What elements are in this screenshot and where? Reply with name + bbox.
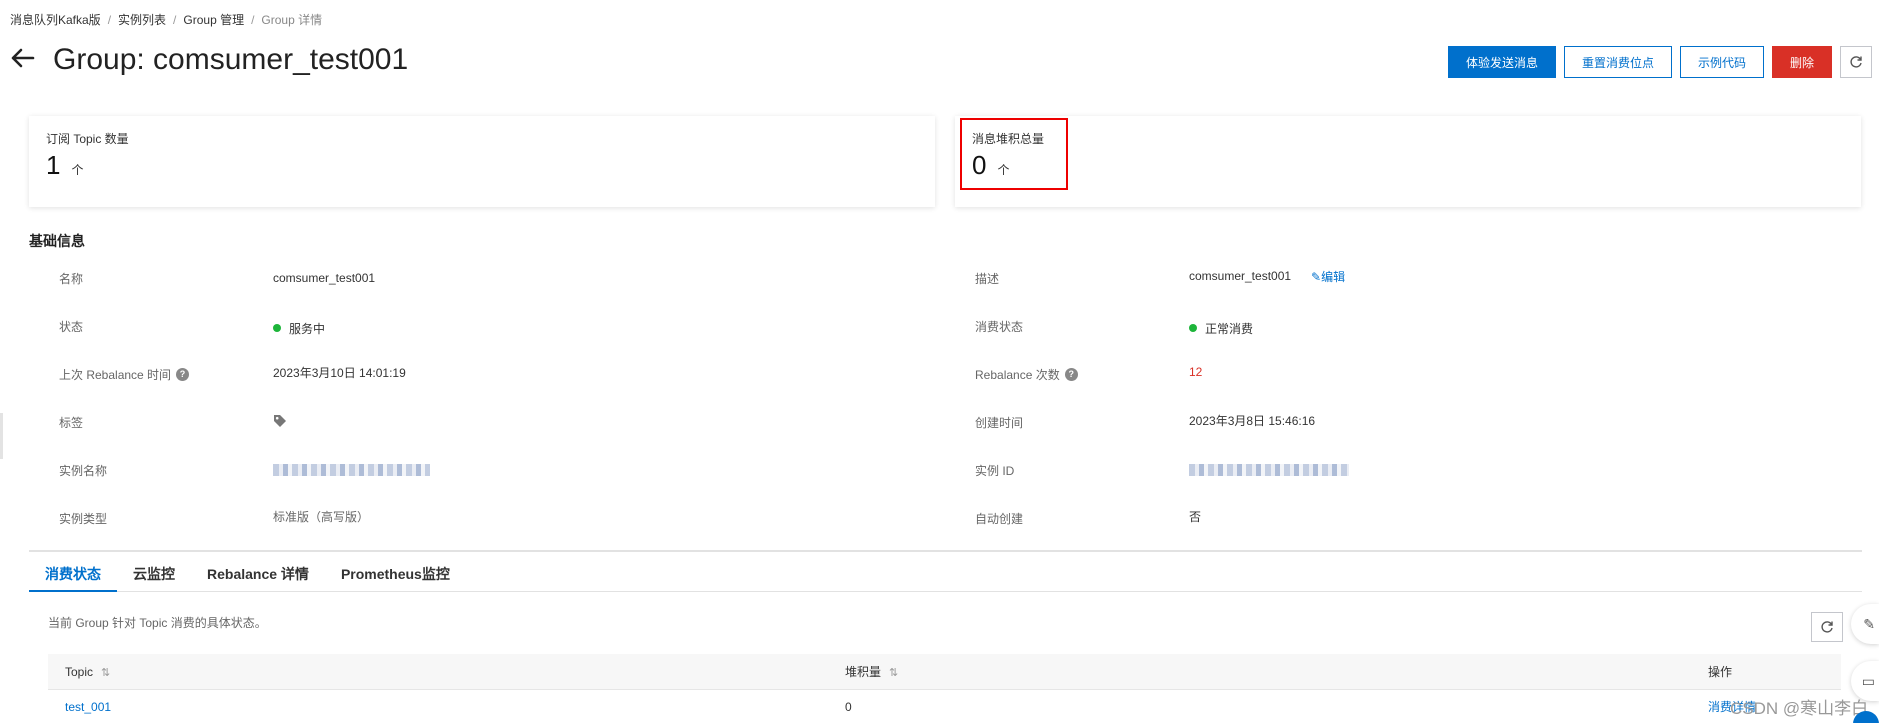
topic-count-label: 订阅 Topic 数量 — [46, 132, 129, 146]
rebalance-count-label: Rebalance 次数 — [975, 367, 1060, 382]
rebalance-time-value: 2023年3月10日 14:01:19 — [273, 365, 406, 380]
header-actions: 体验发送消息 重置消费位点 示例代码 删除 — [1447, 46, 1879, 78]
sort-icon[interactable]: ⇅ — [101, 667, 110, 679]
backlog-total-unit: 个 — [997, 163, 1010, 177]
sort-icon[interactable]: ⇅ — [889, 667, 898, 679]
edit-description-link[interactable]: ✎编辑 — [1311, 268, 1345, 285]
header-ops: 操作 — [1708, 665, 1733, 679]
instance-id-redacted — [1189, 464, 1349, 476]
sample-code-button[interactable]: 示例代码 — [1679, 46, 1764, 78]
refresh-icon — [1821, 621, 1833, 633]
backlog-total-card: 消息堆积总量 0 个 — [955, 116, 1861, 207]
refresh-icon — [1850, 56, 1862, 68]
header-topic-label: Topic — [65, 664, 94, 679]
topic-count-value: 1 — [46, 150, 61, 180]
breadcrumb-separator: / — [173, 13, 177, 27]
topic-link[interactable]: test_001 — [65, 700, 111, 714]
consume-status-value: 正常消费 — [1205, 321, 1254, 336]
auto-create-label: 自动创建 — [975, 511, 1024, 526]
backlog-total-value: 0 — [972, 150, 987, 180]
header-topic[interactable]: Topic ⇅ — [65, 665, 110, 679]
table-refresh-button[interactable] — [1811, 612, 1843, 642]
back-button[interactable] — [9, 45, 35, 71]
delete-button[interactable]: 删除 — [1771, 46, 1832, 78]
section-divider — [29, 550, 1862, 552]
breadcrumb-separator: / — [107, 13, 112, 27]
instance-id-label: 实例 ID — [975, 463, 1015, 478]
breadcrumb-item-groups[interactable]: Group 管理 — [183, 13, 244, 27]
breadcrumb: 消息队列Kafka版 / 实例列表 / Group 管理 / Group 详情 — [10, 11, 322, 28]
breadcrumb-item-kafka[interactable]: 消息队列Kafka版 — [10, 13, 101, 27]
topic-count-card: 订阅 Topic 数量 1 个 — [29, 116, 935, 207]
status-value: 服务中 — [289, 321, 326, 336]
send-test-message-button[interactable]: 体验发送消息 — [1447, 46, 1556, 78]
consume-status-table: Topic ⇅ 堆积量 ⇅ 操作 test_001 0 消费详情 — [48, 654, 1841, 723]
tag-icon[interactable] — [273, 414, 287, 428]
tags-label: 标签 — [59, 415, 84, 430]
instance-name-redacted — [273, 464, 430, 476]
name-value: comsumer_test001 — [273, 271, 376, 285]
basic-info-title: 基础信息 — [29, 233, 85, 249]
backlog-total-label: 消息堆积总量 — [972, 132, 1045, 146]
tab-description: 当前 Group 针对 Topic 消费的具体状态。 — [48, 616, 267, 630]
arrow-left-icon — [11, 48, 35, 68]
table-header: Topic ⇅ 堆积量 ⇅ 操作 — [48, 654, 1841, 690]
refresh-button[interactable] — [1840, 46, 1872, 78]
detail-tabs: 消费状态 云监控 Rebalance 详情 Prometheus监控 — [29, 556, 1862, 592]
tab-consume-status[interactable]: 消费状态 — [29, 556, 117, 592]
consume-status-dot — [1189, 324, 1197, 332]
header-lag-label: 堆积量 — [845, 665, 882, 679]
breadcrumb-item-instances[interactable]: 实例列表 — [118, 13, 166, 27]
created-time-value: 2023年3月8日 15:46:16 — [1189, 413, 1316, 428]
watermark: CSDN @寒山李白 — [1730, 699, 1869, 718]
created-time-label: 创建时间 — [975, 415, 1024, 430]
instance-type-label: 实例类型 — [59, 511, 108, 526]
breadcrumb-separator: / — [251, 13, 255, 27]
help-icon[interactable]: ? — [1064, 367, 1078, 381]
left-collapse-handle[interactable] — [0, 413, 3, 459]
breadcrumb-item-current: Group 详情 — [261, 13, 323, 27]
name-label: 名称 — [59, 271, 84, 286]
pencil-icon: ✎ — [1311, 269, 1322, 284]
status-dot — [273, 324, 281, 332]
rebalance-time-label: 上次 Rebalance 时间 — [59, 367, 172, 382]
chat-icon: ▭ — [1861, 672, 1875, 689]
instance-name-label: 实例名称 — [59, 463, 108, 478]
tab-prometheus[interactable]: Prometheus监控 — [325, 556, 466, 592]
consume-status-label: 消费状态 — [975, 319, 1024, 334]
lag-value: 0 — [845, 699, 852, 714]
pencil-icon: ✎ — [1863, 615, 1875, 632]
page-title: Group: comsumer_test001 — [53, 43, 409, 76]
edit-label: 编辑 — [1321, 269, 1346, 284]
description-value: comsumer_test001 — [1189, 269, 1292, 283]
topic-count-unit: 个 — [71, 163, 84, 177]
table-row: test_001 0 消费详情 — [48, 690, 1841, 723]
instance-type-value: 标准版（高写版） — [273, 509, 370, 524]
tab-rebalance-details[interactable]: Rebalance 详情 — [191, 556, 325, 592]
status-label: 状态 — [59, 319, 84, 334]
auto-create-value: 否 — [1189, 509, 1202, 524]
rebalance-count-value: 12 — [1189, 365, 1203, 379]
description-label: 描述 — [975, 271, 1000, 286]
reset-offset-button[interactable]: 重置消费位点 — [1563, 46, 1672, 78]
feedback-float-button[interactable]: ✎ — [1851, 604, 1879, 644]
tab-cloud-monitor[interactable]: 云监控 — [117, 556, 191, 592]
help-icon[interactable]: ? — [176, 367, 190, 381]
header-lag[interactable]: 堆积量 ⇅ — [845, 663, 898, 680]
